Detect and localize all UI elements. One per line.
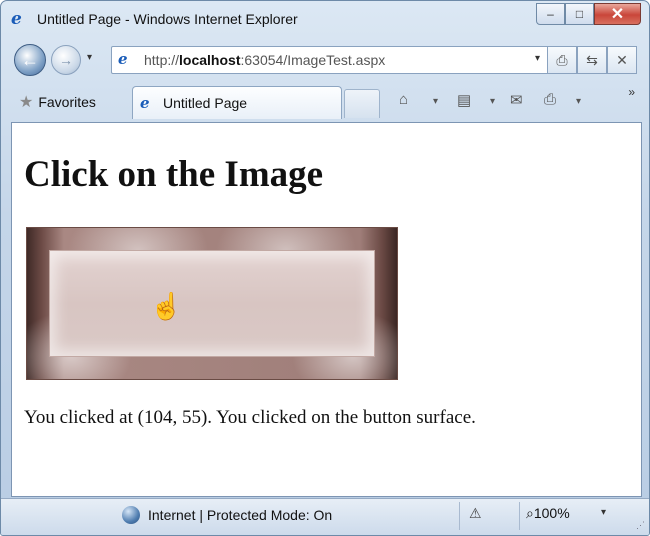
compatibility-view-button[interactable]: ⎙ bbox=[547, 46, 577, 74]
new-tab-button[interactable] bbox=[344, 89, 380, 118]
address-prefix: http:// bbox=[144, 52, 180, 68]
favorites-label: Favorites bbox=[38, 94, 96, 110]
window-title: Untitled Page - Windows Internet Explore… bbox=[37, 11, 298, 27]
status-divider bbox=[519, 502, 520, 530]
back-button[interactable]: ← bbox=[14, 44, 46, 76]
image-button[interactable]: ☝ bbox=[26, 227, 398, 380]
forward-button[interactable]: → bbox=[51, 45, 81, 75]
browser-window: e Untitled Page - Windows Internet Explo… bbox=[0, 0, 650, 536]
zoom-level: 100% bbox=[533, 505, 570, 521]
address-dropdown-icon[interactable]: ▾ bbox=[535, 53, 540, 64]
resize-grip-icon[interactable]: ⋰ bbox=[636, 520, 645, 531]
home-dropdown-icon[interactable]: ▾ bbox=[433, 96, 438, 107]
stop-button[interactable]: ✕ bbox=[607, 46, 637, 74]
title-bar: e Untitled Page - Windows Internet Explo… bbox=[1, 1, 649, 39]
status-divider bbox=[459, 502, 460, 530]
print-icon[interactable]: ⎙ bbox=[544, 91, 556, 108]
tab-untitled-page[interactable]: e Untitled Page bbox=[132, 86, 342, 119]
print-dropdown-icon[interactable]: ▾ bbox=[576, 96, 581, 107]
minimize-button[interactable]: – bbox=[536, 3, 565, 25]
refresh-button[interactable]: ⇆ bbox=[577, 46, 607, 74]
feeds-icon[interactable]: ▤ bbox=[457, 91, 471, 109]
globe-icon bbox=[122, 506, 140, 524]
tab-title: Untitled Page bbox=[163, 95, 248, 111]
feeds-dropdown-icon[interactable]: ▾ bbox=[490, 96, 495, 107]
address-path: :63054/ImageTest.aspx bbox=[240, 52, 386, 68]
security-zone-text: Internet | Protected Mode: On bbox=[148, 507, 333, 523]
page-content: Click on the Image ☝ You clicked at (104… bbox=[11, 122, 642, 497]
star-icon: ★ bbox=[19, 94, 34, 111]
tab-page-icon: e bbox=[140, 94, 150, 112]
recent-pages-dropdown[interactable]: ▾ bbox=[87, 52, 92, 63]
home-icon[interactable]: ⌂ bbox=[399, 91, 408, 108]
window-controls: – □ ✕ bbox=[536, 3, 641, 25]
maximize-button[interactable]: □ bbox=[565, 3, 594, 25]
address-url[interactable]: http://localhost:63054/ImageTest.aspx bbox=[144, 52, 385, 68]
address-host: localhost bbox=[179, 52, 241, 68]
hand-cursor-icon: ☝ bbox=[150, 291, 183, 321]
zoom-button[interactable]: ⌕100% bbox=[526, 505, 570, 522]
click-result-text: You clicked at (104, 55). You clicked on… bbox=[24, 407, 476, 428]
zone-settings-icon[interactable]: ⚠ bbox=[469, 505, 482, 522]
page-heading: Click on the Image bbox=[24, 154, 324, 195]
favorites-button[interactable]: ★ Favorites bbox=[19, 92, 96, 112]
zoom-dropdown-icon[interactable]: ▾ bbox=[601, 507, 606, 518]
button-surface[interactable] bbox=[49, 250, 375, 357]
zoom-icon: ⌕ bbox=[526, 505, 534, 521]
address-bar[interactable]: e http://localhost:63054/ImageTest.aspx … bbox=[111, 46, 549, 74]
ie-logo-icon: e bbox=[11, 9, 22, 29]
close-button[interactable]: ✕ bbox=[594, 3, 641, 25]
chevron-more-icon[interactable]: » bbox=[628, 85, 635, 99]
page-icon: e bbox=[118, 50, 128, 68]
mail-icon[interactable]: ✉ bbox=[510, 91, 523, 109]
